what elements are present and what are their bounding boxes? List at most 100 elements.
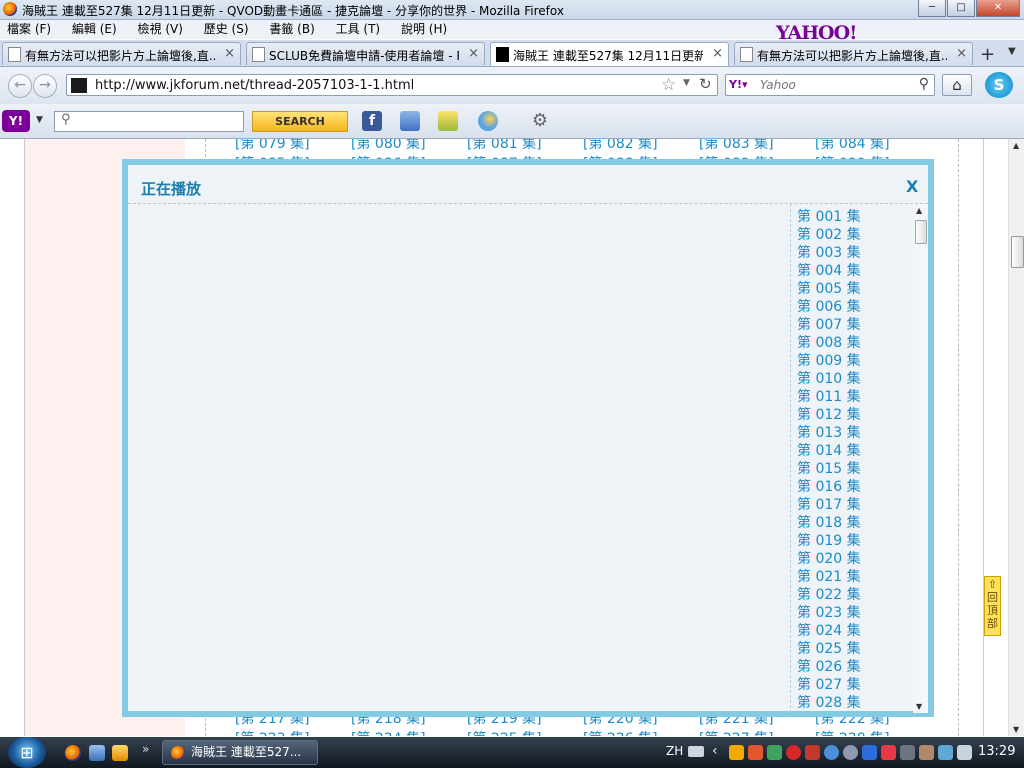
menu-edit[interactable]: 編輯 (E)	[72, 20, 117, 39]
tab-close-button[interactable]: ×	[956, 46, 967, 61]
gear-icon[interactable]: ⚙	[530, 111, 550, 131]
episode-item[interactable]: 第 023 集	[797, 605, 861, 622]
episode-item[interactable]: 第 008 集	[797, 335, 861, 352]
episode-link[interactable]: [第 228 集]	[815, 728, 890, 736]
tab-close-button[interactable]: ×	[712, 46, 723, 61]
new-tab-button[interactable]: +	[980, 44, 995, 65]
episode-link[interactable]: [第 224 集]	[351, 728, 426, 736]
url-bar[interactable]: http://www.jkforum.net/thread-2057103-1-…	[66, 74, 718, 96]
back-button[interactable]: ←	[8, 74, 32, 98]
tray-app-icon[interactable]	[843, 745, 858, 760]
episode-item[interactable]: 第 006 集	[797, 299, 861, 316]
tray-app-icon[interactable]	[919, 745, 934, 760]
menu-view[interactable]: 檢視 (V)	[138, 20, 183, 39]
network-icon[interactable]	[938, 745, 953, 760]
reload-icon[interactable]: ↻	[699, 75, 712, 93]
yahoo-engine-icon[interactable]: Y!▾	[729, 78, 748, 91]
episode-link[interactable]: [第 083 集]	[699, 139, 774, 153]
episode-link[interactable]: [第 079 集]	[235, 139, 310, 153]
volume-icon[interactable]	[957, 745, 972, 760]
tray-app-icon[interactable]	[805, 745, 820, 760]
menu-help[interactable]: 說明 (H)	[401, 20, 447, 39]
episode-item[interactable]: 第 018 集	[797, 515, 861, 532]
url-dropdown-icon[interactable]: ▼	[683, 78, 690, 88]
episode-item[interactable]: 第 013 集	[797, 425, 861, 442]
language-indicator[interactable]: ZH	[666, 744, 683, 758]
tray-app-icon[interactable]	[767, 745, 782, 760]
tab-4[interactable]: 有無方法可以把影片方上論壇後,直... ×	[734, 42, 973, 65]
search-icon[interactable]: ⚲	[919, 76, 929, 92]
weather-icon[interactable]	[478, 111, 498, 131]
tab-close-button[interactable]: ×	[468, 46, 479, 61]
episode-item[interactable]: 第 025 集	[797, 641, 861, 658]
scroll-thumb[interactable]	[1011, 236, 1024, 268]
episode-link[interactable]: [第 082 集]	[583, 139, 658, 153]
menu-bookmarks[interactable]: 書籤 (B)	[269, 20, 314, 39]
episode-item[interactable]: 第 014 集	[797, 443, 861, 460]
episode-link[interactable]: [第 226 集]	[583, 728, 658, 736]
mail-icon[interactable]	[400, 111, 420, 131]
episode-item[interactable]: 第 019 集	[797, 533, 861, 550]
url-text[interactable]: http://www.jkforum.net/thread-2057103-1-…	[95, 78, 414, 93]
start-button[interactable]: ⊞	[8, 737, 46, 768]
tray-app-icon[interactable]	[729, 745, 744, 760]
tab-2[interactable]: SCLUB免費論壇申請-使用者論壇 - P... ×	[246, 42, 485, 65]
minimize-button[interactable]: ─	[918, 0, 946, 17]
tray-app-icon[interactable]	[862, 745, 877, 760]
episode-item[interactable]: 第 009 集	[797, 353, 861, 370]
media-player-icon[interactable]	[112, 745, 128, 761]
episode-link[interactable]: [第 081 集]	[467, 139, 542, 153]
episode-link[interactable]: [第 225 集]	[467, 728, 542, 736]
menu-tools[interactable]: 工具 (T)	[336, 20, 381, 39]
yahoo-toolbar-logo[interactable]: Y!	[2, 110, 30, 132]
tab-3-active[interactable]: 海賊王 連載至527集 12月11日更新 ... ×	[490, 42, 729, 66]
episode-item[interactable]: 第 024 集	[797, 623, 861, 640]
episode-item[interactable]: 第 026 集	[797, 659, 861, 676]
tray-app-icon[interactable]	[900, 745, 915, 760]
scroll-up-arrow-icon[interactable]: ▲	[916, 206, 922, 215]
episode-item[interactable]: 第 010 集	[797, 371, 861, 388]
episode-item[interactable]: 第 012 集	[797, 407, 861, 424]
modal-close-button[interactable]: X	[906, 177, 918, 196]
tray-app-icon[interactable]	[748, 745, 763, 760]
taskbar-firefox-window[interactable]: 海賊王 連載至527...	[162, 740, 318, 765]
episode-item[interactable]: 第 011 集	[797, 389, 861, 406]
yahoo-search-button[interactable]: SEARCH	[252, 111, 348, 132]
episode-link[interactable]: [第 084 集]	[815, 139, 890, 153]
episode-item[interactable]: 第 003 集	[797, 245, 861, 262]
episode-item[interactable]: 第 007 集	[797, 317, 861, 334]
home-button[interactable]: ⌂	[942, 74, 972, 96]
show-desktop-icon[interactable]	[89, 745, 105, 761]
menu-history[interactable]: 歷史 (S)	[204, 20, 249, 39]
quick-launch-more-icon[interactable]: »	[142, 742, 149, 756]
episode-item[interactable]: 第 004 集	[797, 263, 861, 280]
forward-button[interactable]: →	[33, 74, 57, 98]
clock[interactable]: 13:29	[978, 744, 1015, 759]
page-scrollbar[interactable]: ▲ ▼	[1008, 139, 1024, 736]
episode-link[interactable]: [第 080 集]	[351, 139, 426, 153]
episode-item[interactable]: 第 005 集	[797, 281, 861, 298]
episode-item[interactable]: 第 016 集	[797, 479, 861, 496]
tray-expand-icon[interactable]: ‹	[712, 743, 718, 759]
episode-item[interactable]: 第 021 集	[797, 569, 861, 586]
tab-close-button[interactable]: ×	[224, 46, 235, 61]
search-input[interactable]	[760, 77, 910, 92]
tray-app-icon[interactable]	[881, 745, 896, 760]
episode-link[interactable]: [第 227 集]	[699, 728, 774, 736]
episode-list-scrollbar[interactable]: ▲ ▼	[913, 204, 928, 713]
episode-item[interactable]: 第 001 集	[797, 209, 861, 226]
tab-list-button[interactable]: ▼	[1008, 46, 1016, 57]
scroll-thumb[interactable]	[915, 220, 927, 244]
back-to-top-button[interactable]: ⇧ 回 頂 部	[984, 576, 1001, 636]
menu-file[interactable]: 檔案 (F)	[7, 20, 51, 39]
video-player-area[interactable]	[128, 204, 790, 713]
maximize-button[interactable]: □	[947, 0, 975, 17]
skype-icon[interactable]: S	[985, 72, 1013, 98]
close-window-button[interactable]: ✕	[976, 0, 1020, 17]
episode-item[interactable]: 第 020 集	[797, 551, 861, 568]
firefox-icon[interactable]	[65, 745, 81, 761]
episode-item[interactable]: 第 027 集	[797, 677, 861, 694]
tab-1[interactable]: 有無方法可以把影片方上論壇後,直... ×	[2, 42, 241, 65]
episode-item[interactable]: 第 002 集	[797, 227, 861, 244]
scroll-down-arrow-icon[interactable]: ▼	[916, 702, 922, 711]
